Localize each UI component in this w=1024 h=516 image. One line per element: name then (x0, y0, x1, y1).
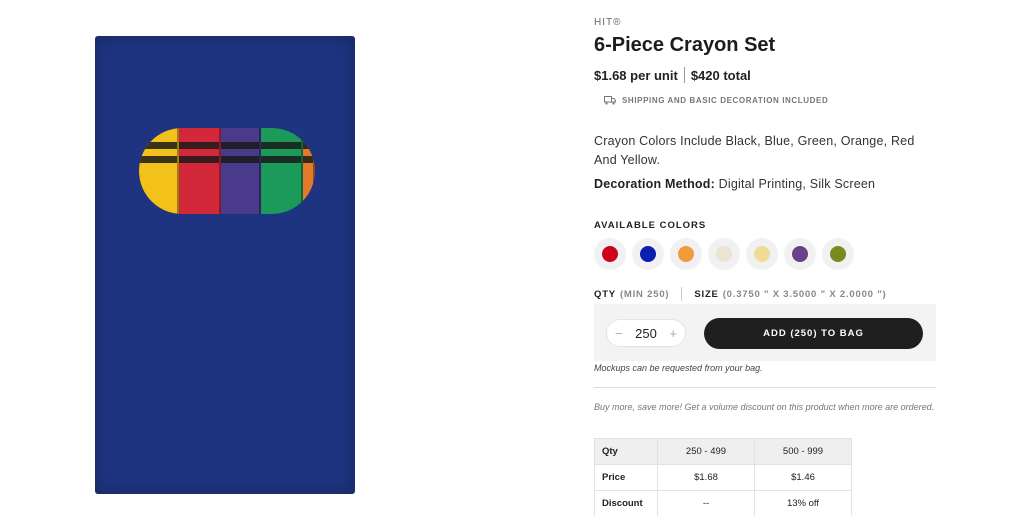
colors-label: AVAILABLE COLORS (594, 220, 707, 231)
table-cell: Qty (594, 438, 658, 465)
product-image (95, 36, 355, 494)
qty-label: QTY (594, 288, 616, 300)
table-cell: Discount (594, 490, 658, 516)
divider (594, 387, 936, 388)
color-swatch[interactable] (632, 238, 664, 270)
total-price: $420 total (690, 67, 751, 83)
table-row: Price $1.68 $1.46 (594, 464, 852, 491)
shipping-text: SHIPPING AND BASIC DECORATION INCLUDED (622, 96, 829, 105)
crayon (221, 128, 261, 214)
qty-min: (MIN 250) (619, 288, 670, 300)
price-divider (683, 67, 685, 83)
size-value: (0.3750 " X 3.5000 " X 2.0000 ") (722, 288, 887, 300)
crayon-window (139, 128, 315, 214)
quantity-value[interactable]: 250 (635, 326, 657, 341)
decoration-method: Decoration Method: Digital Printing, Sil… (594, 177, 875, 191)
table-cell: Price (594, 464, 658, 491)
mockup-note: Mockups can be requested from your bag. (594, 363, 763, 373)
volume-discount-note: Buy more, save more! Get a volume discou… (594, 402, 935, 412)
crayon (303, 128, 315, 214)
color-swatches (594, 238, 854, 270)
truck-icon (604, 96, 616, 105)
table-cell: $1.46 (754, 464, 852, 491)
pricing-table: Qty 250 - 499 500 - 999 Price $1.68 $1.4… (594, 438, 852, 516)
crayon (179, 128, 221, 214)
decoration-label: Decoration Method: (594, 177, 715, 191)
shipping-info: SHIPPING AND BASIC DECORATION INCLUDED (604, 96, 828, 105)
table-row: Qty 250 - 499 500 - 999 (594, 438, 852, 465)
crayon (261, 128, 303, 214)
product-description: Crayon Colors Include Black, Blue, Green… (594, 134, 915, 167)
crayon (139, 128, 179, 214)
color-dot (716, 246, 732, 262)
decrement-button[interactable]: − (615, 326, 623, 341)
unit-price: $1.68 per unit (594, 67, 678, 83)
size-label: SIZE (694, 288, 719, 300)
decoration-value: Digital Printing, Silk Screen (714, 177, 876, 191)
color-swatch[interactable] (822, 238, 854, 270)
color-swatch[interactable] (784, 238, 816, 270)
table-cell: 250 - 499 (657, 438, 755, 465)
increment-button[interactable]: + (669, 326, 677, 341)
qty-size-row: QTY (MIN 250) SIZE (0.3750 " X 3.5000 " … (594, 287, 886, 301)
color-swatch[interactable] (708, 238, 740, 270)
color-swatch[interactable] (670, 238, 702, 270)
product-title: 6-Piece Crayon Set (594, 34, 776, 56)
color-dot (678, 246, 694, 262)
table-cell: -- (657, 490, 755, 516)
qty-size-divider (681, 287, 683, 301)
color-dot (602, 246, 618, 262)
color-swatch[interactable] (746, 238, 778, 270)
color-dot (792, 246, 808, 262)
add-to-bag-button[interactable]: ADD (250) TO BAG (704, 318, 923, 349)
quantity-stepper[interactable]: − 250 + (606, 319, 686, 347)
price-row: $1.68 per unit $420 total (594, 67, 751, 83)
color-dot (754, 246, 770, 262)
crayon-box (95, 36, 355, 494)
color-dot (640, 246, 656, 262)
color-swatch[interactable] (594, 238, 626, 270)
color-dot (830, 246, 846, 262)
table-row: Discount -- 13% off (594, 490, 852, 516)
brand-name: HIT® (594, 17, 622, 28)
action-bar: − 250 + ADD (250) TO BAG (594, 304, 936, 361)
table-cell: 13% off (754, 490, 852, 516)
table-cell: 500 - 999 (754, 438, 852, 465)
table-cell: $1.68 (657, 464, 755, 491)
